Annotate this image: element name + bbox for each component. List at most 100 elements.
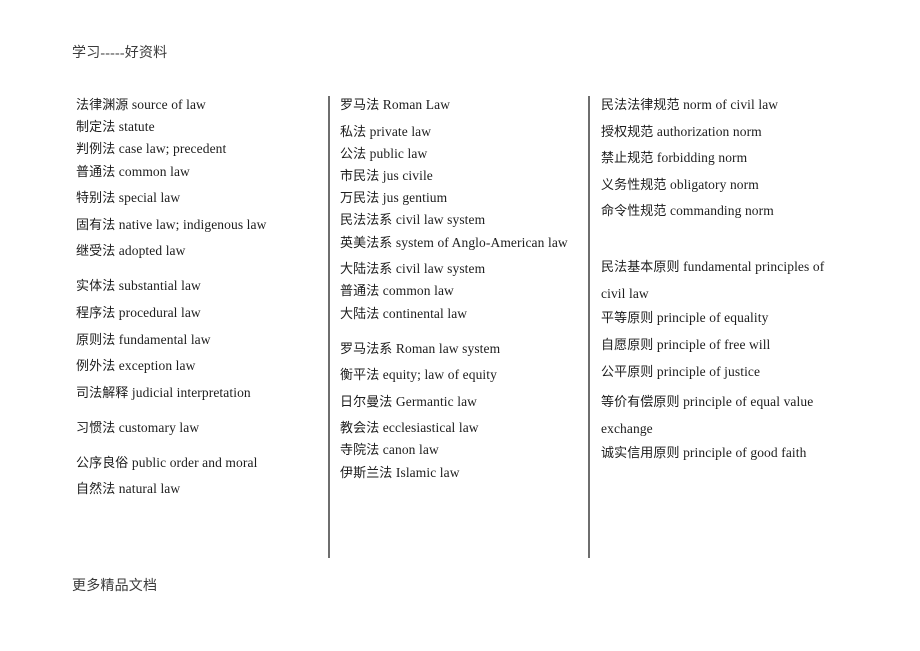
glossary-term-cn: 公法	[340, 146, 367, 162]
glossary-term-en: adopted law	[115, 243, 186, 259]
glossary-term-cn: 法律渊源	[76, 98, 129, 113]
glossary-entry: 原则法 fundamental law	[76, 331, 321, 349]
glossary-term-cn: 日尔曼法	[340, 394, 393, 410]
glossary-term-en: source of law	[128, 97, 206, 112]
glossary-term-en: special law	[115, 190, 181, 206]
glossary-entry: 普通法 common law	[340, 282, 580, 300]
glossary-entry: 衡平法 equity; law of equity	[340, 366, 580, 384]
glossary-entry: 等价有偿原则 principle of equal value exchange	[601, 389, 851, 442]
glossary-entry: 自愿原则 principle of free will	[601, 336, 851, 354]
glossary-entry: 寺院法 canon law	[340, 441, 580, 459]
glossary-term-en: principle of justice	[653, 363, 761, 379]
column-divider-1	[328, 96, 330, 558]
glossary-term-cn: 普通法	[340, 284, 380, 300]
glossary-entry: 市民法 jus civile	[340, 167, 580, 185]
glossary-term-cn: 市民法	[340, 168, 380, 184]
glossary-term-cn: 司法解释	[76, 385, 129, 401]
glossary-entry: 义务性规范 obligatory norm	[601, 176, 851, 194]
glossary-entry: 公平原则 principle of justice	[601, 363, 851, 381]
glossary-term-en: civil law system	[392, 212, 486, 228]
glossary-term-en: jus gentium	[379, 190, 448, 206]
glossary-term-en: civil law system	[392, 261, 486, 277]
glossary-entry: 日尔曼法 Germantic law	[340, 393, 580, 411]
glossary-entry: 平等原则 principle of equality	[601, 309, 851, 327]
glossary-column-1: 法律渊源 source of law 制定法 statute 判例法 case la…	[76, 96, 321, 507]
glossary-term-en: Islamic law	[392, 464, 460, 480]
glossary-term-cn: 民法法律规范	[601, 98, 680, 113]
glossary-entry: 特别法 special law	[76, 189, 321, 207]
glossary-entry: 命令性规范 commanding norm	[601, 202, 851, 220]
glossary-entry: 公法 public law	[340, 145, 580, 163]
page-header-text: 学习-----好资料	[72, 46, 168, 61]
glossary-term-en: continental law	[379, 305, 468, 321]
glossary-term-en: statute	[115, 119, 155, 135]
glossary-term-en: authorization norm	[653, 123, 762, 139]
glossary-term-en: Germantic law	[392, 393, 478, 409]
glossary-term-cn: 原则法	[76, 332, 116, 348]
glossary-term-en: public order and moral	[128, 454, 258, 470]
glossary-term-cn: 公序良俗	[76, 455, 129, 471]
glossary-term-cn: 万民法	[340, 191, 380, 207]
glossary-entry: 伊斯兰法 Islamic law	[340, 464, 580, 482]
glossary-term-cn: 私法	[340, 124, 367, 140]
glossary-column-3: 民法法律规范 norm of civil law 授权规范 authorizati…	[601, 96, 851, 471]
glossary-term-en: obligatory norm	[666, 176, 759, 192]
glossary-term-cn: 罗马法系	[340, 341, 393, 357]
page-footer-text: 更多精品文档	[72, 579, 158, 594]
glossary-term-en: case law; precedent	[115, 141, 227, 157]
glossary-term-cn: 民法基本原则	[601, 260, 680, 276]
glossary-term-cn: 义务性规范	[601, 177, 667, 193]
glossary-entry: 禁止规范 forbidding norm	[601, 149, 851, 167]
glossary-term-en: canon law	[379, 442, 439, 458]
glossary-entry: 英美法系 system of Anglo-American law	[340, 234, 580, 252]
glossary-entry: 私法 private law	[340, 123, 580, 141]
glossary-term-cn: 命令性规范	[601, 204, 667, 220]
glossary-term-en: ecclesiastical law	[379, 420, 479, 436]
glossary-term-en: natural law	[115, 481, 181, 497]
glossary-entry: 制定法 statute	[76, 118, 321, 136]
glossary-entry: 民法法律规范 norm of civil law	[601, 96, 851, 114]
glossary-term-en: public law	[366, 145, 428, 161]
glossary-term-en: principle of free will	[653, 336, 771, 352]
glossary-term-cn: 英美法系	[340, 235, 393, 251]
glossary-term-en: substantial law	[115, 278, 201, 294]
glossary-term-en: fundamental law	[115, 331, 211, 347]
glossary-term-cn: 判例法	[76, 142, 116, 158]
glossary-term-cn: 普通法	[76, 164, 116, 180]
glossary-term-en: Roman law system	[392, 340, 501, 356]
glossary-term-en: common law	[379, 283, 454, 299]
glossary-term-en: equity; law of equity	[379, 367, 497, 383]
glossary-term-en: procedural law	[115, 304, 201, 320]
glossary-term-cn: 寺院法	[340, 443, 380, 459]
glossary-term-cn: 衡平法	[340, 368, 380, 384]
glossary-entry: 自然法 natural law	[76, 480, 321, 498]
glossary-entry: 罗马法 Roman Law	[340, 96, 580, 114]
glossary-term-cn: 授权规范	[601, 124, 654, 140]
glossary-term-cn: 平等原则	[601, 311, 654, 327]
glossary-term-cn: 例外法	[76, 359, 116, 375]
glossary-entry: 法律渊源 source of law	[76, 96, 321, 114]
glossary-entry: 授权规范 authorization norm	[601, 123, 851, 141]
glossary-term-cn: 罗马法	[340, 98, 380, 113]
glossary-term-en: forbidding norm	[653, 150, 748, 166]
glossary-entry: 诚实信用原则 principle of good faith	[601, 444, 851, 462]
glossary-term-cn: 程序法	[76, 305, 116, 321]
glossary-term-cn: 大陆法	[340, 306, 380, 322]
glossary-entry: 大陆法 continental law	[340, 305, 580, 323]
glossary-term-en: commanding norm	[666, 203, 774, 219]
glossary-term-cn: 实体法	[76, 279, 116, 295]
glossary-entry: 例外法 exception law	[76, 357, 321, 375]
glossary-entry: 习惯法 customary law	[76, 419, 321, 437]
glossary-term-cn: 制定法	[76, 120, 116, 136]
glossary-column-2: 罗马法 Roman Law 私法 private law 公法 public law…	[340, 96, 580, 490]
glossary-entry: 大陆法系 civil law system	[340, 260, 580, 278]
glossary-term-en: principle of equality	[653, 310, 769, 326]
glossary-term-cn: 伊斯兰法	[340, 465, 393, 481]
glossary-term-cn: 特别法	[76, 191, 116, 207]
glossary-term-en: system of Anglo-American law	[392, 234, 568, 250]
glossary-entry: 司法解释 judicial interpretation	[76, 384, 321, 402]
column-divider-2	[588, 96, 590, 558]
glossary-term-en: principle of good faith	[679, 445, 807, 461]
glossary-term-cn: 等价有偿原则	[601, 395, 680, 411]
glossary-term-en: common law	[115, 163, 190, 179]
